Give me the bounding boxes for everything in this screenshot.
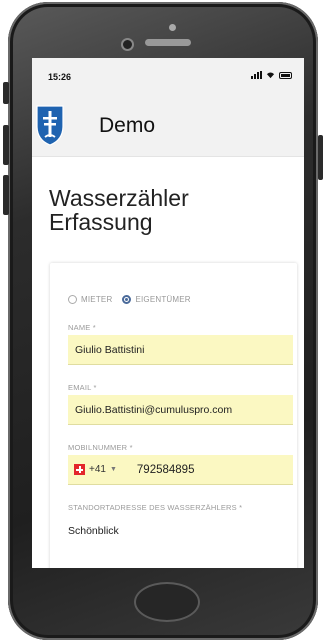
- power-button: [318, 135, 323, 180]
- name-field[interactable]: Giulio Battistini: [68, 335, 293, 365]
- swiss-flag-icon[interactable]: [74, 464, 85, 475]
- role-radio-group: MIETER EIGENTÜMER: [68, 295, 191, 304]
- mobile-label: MOBILNUMMER *: [68, 443, 133, 452]
- chevron-down-icon[interactable]: ▼: [110, 455, 117, 485]
- front-camera: [121, 38, 134, 51]
- coat-of-arms-logo-icon: [36, 105, 64, 146]
- radio-mieter[interactable]: MIETER: [68, 295, 112, 304]
- address-field[interactable]: Schönblick: [68, 525, 119, 537]
- email-field[interactable]: Giulio.Battistini@cumuluspro.com: [68, 395, 293, 425]
- volume-down-button: [3, 175, 9, 215]
- page-title-line2: Erfassung: [49, 209, 153, 235]
- app-bar: Demo: [32, 100, 304, 157]
- phone-screen: 15:26 Demo Wasserzähler Erfassung MIETER…: [32, 58, 304, 568]
- page-title-line1: Wasserzähler: [49, 185, 189, 211]
- status-bar: 15:26: [32, 58, 304, 100]
- battery-icon: [279, 72, 292, 79]
- status-time: 15:26: [48, 72, 72, 82]
- earpiece-speaker: [145, 39, 191, 46]
- home-button[interactable]: [134, 582, 200, 622]
- volume-up-button: [3, 125, 9, 165]
- radio-label: EIGENTÜMER: [135, 295, 191, 304]
- mute-switch: [3, 82, 9, 104]
- name-label: NAME *: [68, 323, 96, 332]
- email-label: EMAIL *: [68, 383, 97, 392]
- wifi-icon: [266, 72, 275, 79]
- status-icons: [251, 71, 292, 79]
- address-label: STANDORTADRESSE DES WASSERZÄHLERS *: [68, 503, 243, 512]
- country-code[interactable]: +41: [89, 455, 106, 485]
- proximity-sensor: [169, 24, 176, 31]
- radio-unchecked-icon: [68, 295, 77, 304]
- radio-label: MIETER: [81, 295, 113, 304]
- app-title: Demo: [99, 114, 156, 137]
- phone-number-value[interactable]: 792584895: [137, 455, 195, 485]
- form-card: MIETER EIGENTÜMER NAME * Giulio Battisti…: [50, 263, 297, 568]
- signal-icon: [251, 71, 262, 79]
- mobile-field[interactable]: +41 ▼ 792584895: [68, 455, 293, 485]
- page-title: Wasserzähler Erfassung: [49, 186, 289, 234]
- radio-checked-icon: [122, 295, 132, 304]
- radio-eigentuemer[interactable]: EIGENTÜMER: [122, 295, 191, 304]
